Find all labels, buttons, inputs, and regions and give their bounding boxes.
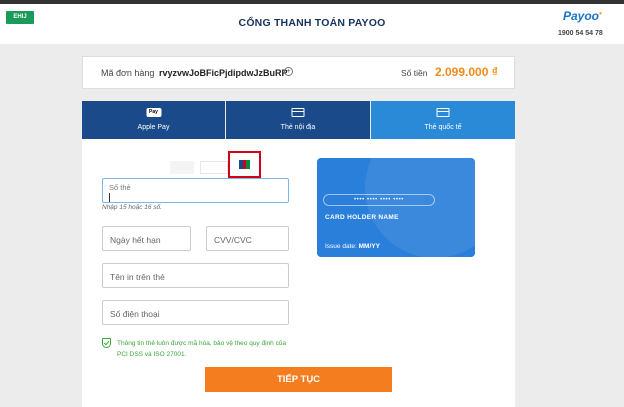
card-icon [436, 108, 450, 117]
apple-pay-icon: Pay [146, 108, 161, 117]
tab-domestic-card-label: Thẻ nội địa [280, 124, 316, 131]
visa-logo-icon [170, 161, 194, 174]
cvv-input[interactable]: CVV/CVC [206, 226, 289, 251]
mastercard-logo-icon [200, 161, 228, 174]
card-preview-issue-date: Issue date: MM/YY [325, 243, 380, 250]
card-icon [291, 108, 305, 117]
card-form-panel: Số thẻ Nhập 15 hoặc 16 số. Ngày hết hạn … [82, 139, 515, 407]
issue-date-value: MM/YY [358, 243, 380, 250]
page-header: EHIJ CỔNG THANH TOÁN PAYOO Payoo• 1900 5… [0, 4, 624, 44]
tab-domestic-card[interactable]: Thẻ nội địa [226, 101, 370, 139]
phone-number-input[interactable]: Số điện thoại [102, 300, 289, 325]
jcb-stripe-green [246, 160, 251, 169]
jcb-logo-icon [239, 160, 251, 169]
order-summary: Mã đơn hàng rvyzvwJoBFicPjdipdwJzBuRP + … [82, 56, 515, 89]
payment-method-tabs: Pay Apple Pay Thẻ nội địa Thẻ quốc tế [82, 101, 515, 139]
card-number-hint: Nhập 15 hoặc 16 số. [102, 204, 162, 211]
amount-label: Số tiền [401, 68, 428, 78]
card-number-label: Số thẻ [109, 183, 131, 192]
card-number-input[interactable]: Số thẻ [102, 178, 289, 203]
expiry-placeholder: Ngày hết hạn [110, 235, 161, 245]
card-preview-holder: CARD HOLDER NAME [325, 214, 399, 221]
payoo-dots-icon: • [599, 9, 602, 18]
card-preview-number: •••• •••• •••• •••• [323, 194, 435, 206]
cvv-placeholder: CVV/CVC [214, 235, 252, 245]
text-caret [109, 193, 110, 202]
payoo-logo[interactable]: Payoo• [563, 9, 602, 23]
tab-apple-pay[interactable]: Pay Apple Pay [82, 101, 225, 139]
amex-logo-icon [266, 161, 288, 174]
tab-international-card[interactable]: Thẻ quốc tế [371, 101, 515, 139]
payoo-logo-text: Payoo [563, 9, 600, 23]
order-code-value: rvyzvwJoBFicPjdipdwJzBuRP [159, 68, 288, 78]
order-code-label: Mã đơn hàng [101, 68, 155, 78]
jcb-highlight-box [228, 151, 261, 178]
page-title: CỔNG THANH TOÁN PAYOO [238, 17, 386, 29]
cardholder-name-placeholder: Tên in trên thẻ [110, 272, 165, 282]
expiry-date-input[interactable]: Ngày hết hạn [102, 226, 191, 251]
issue-date-label: Issue date: [325, 243, 357, 250]
card-preview: •••• •••• •••• •••• CARD HOLDER NAME Iss… [317, 158, 475, 257]
hotline-number: 1900 54 54 78 [558, 30, 603, 37]
shield-check-icon [102, 338, 111, 348]
expand-order-icon[interactable]: + [284, 67, 293, 76]
tab-apple-pay-label: Apple Pay [137, 124, 170, 131]
cardholder-name-input[interactable]: Tên in trên thẻ [102, 263, 289, 288]
security-note: Thông tin thẻ luôn được mã hóa, bảo vệ t… [117, 340, 287, 358]
phone-placeholder: Số điện thoại [110, 309, 160, 319]
amount-value: 2.099.000 ₫ [435, 65, 498, 79]
continue-button[interactable]: TIẾP TỤC [205, 367, 392, 392]
tab-international-card-label: Thẻ quốc tế [424, 124, 462, 131]
